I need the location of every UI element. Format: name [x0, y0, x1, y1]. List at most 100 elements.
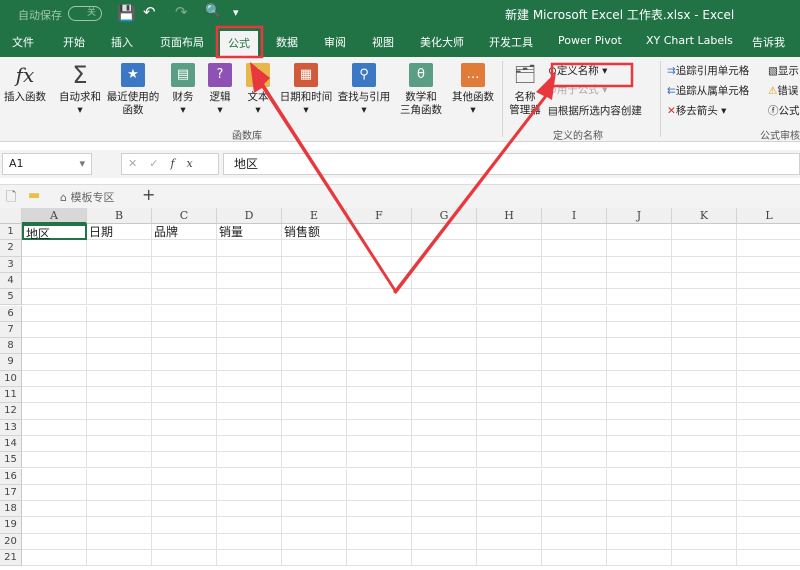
- cell-G13[interactable]: [412, 419, 477, 436]
- cell-F1[interactable]: [347, 224, 412, 241]
- cell-J11[interactable]: [607, 387, 672, 404]
- cell-K5[interactable]: [672, 289, 737, 306]
- cell-A2[interactable]: [22, 240, 87, 257]
- recent-functions-button[interactable]: ★ 最近使用的 函数: [104, 63, 162, 117]
- cell-D2[interactable]: [217, 240, 282, 257]
- cell-I21[interactable]: [542, 550, 607, 567]
- cell-J5[interactable]: [607, 289, 672, 306]
- cell-D5[interactable]: [217, 289, 282, 306]
- cell-B6[interactable]: [87, 305, 152, 322]
- cell-F14[interactable]: [347, 435, 412, 453]
- cell-C7[interactable]: [152, 321, 217, 339]
- cell-B16[interactable]: [87, 468, 152, 485]
- cell-B10[interactable]: [87, 370, 152, 387]
- cell-H12[interactable]: [477, 403, 542, 420]
- cell-K15[interactable]: [672, 452, 737, 469]
- cell-B11[interactable]: [87, 387, 152, 404]
- cell-G4[interactable]: [412, 272, 477, 290]
- cell-C9[interactable]: [152, 354, 217, 371]
- cell-L5[interactable]: [737, 289, 800, 306]
- cell-E21[interactable]: [282, 550, 347, 567]
- row-header-21[interactable]: 21: [0, 550, 22, 567]
- cell-K18[interactable]: [672, 501, 737, 518]
- cell-E18[interactable]: [282, 501, 347, 518]
- cell-A3[interactable]: [22, 256, 87, 273]
- cell-A9[interactable]: [22, 354, 87, 371]
- cell-K4[interactable]: [672, 272, 737, 290]
- cell-I10[interactable]: [542, 370, 607, 387]
- cell-F16[interactable]: [347, 468, 412, 485]
- cell-G7[interactable]: [412, 321, 477, 339]
- cell-A20[interactable]: [22, 533, 87, 550]
- cell-D3[interactable]: [217, 256, 282, 273]
- row-header-20[interactable]: 20: [0, 533, 22, 550]
- cell-E16[interactable]: [282, 468, 347, 485]
- cell-A18[interactable]: [22, 501, 87, 518]
- cell-L7[interactable]: [737, 322, 800, 339]
- redo-icon[interactable]: ↷: [175, 3, 188, 21]
- cell-L9[interactable]: [737, 354, 800, 371]
- cell-B9[interactable]: [87, 354, 152, 371]
- cell-I1[interactable]: [542, 224, 607, 241]
- cell-C5[interactable]: [152, 289, 217, 306]
- column-header-E[interactable]: E: [282, 208, 347, 224]
- cell-C11[interactable]: [152, 387, 217, 404]
- cell-C16[interactable]: [152, 468, 217, 485]
- logical-button[interactable]: ? 逻辑 ▾: [203, 63, 237, 117]
- insert-function-button[interactable]: fx 插入函数: [2, 63, 48, 104]
- cell-E12[interactable]: [282, 403, 347, 420]
- date-time-button[interactable]: ▦ 日期和时间 ▾: [278, 63, 334, 117]
- cell-D1[interactable]: 销量: [217, 224, 282, 241]
- cell-B19[interactable]: [87, 517, 152, 534]
- cell-I3[interactable]: [542, 256, 607, 273]
- cell-F5[interactable]: [347, 289, 412, 306]
- row-header-17[interactable]: 17: [0, 484, 22, 502]
- cell-E8[interactable]: [282, 338, 347, 355]
- cell-H4[interactable]: [477, 272, 542, 290]
- cell-L20[interactable]: [737, 534, 800, 550]
- customize-qat-icon[interactable]: ▾: [233, 6, 239, 19]
- cell-B20[interactable]: [87, 533, 152, 550]
- cell-F11[interactable]: [347, 387, 412, 404]
- cell-I13[interactable]: [542, 419, 607, 436]
- cell-H10[interactable]: [477, 370, 542, 387]
- tab-home[interactable]: 开始: [63, 34, 85, 50]
- cell-K10[interactable]: [672, 370, 737, 387]
- cell-D18[interactable]: [217, 501, 282, 518]
- cell-A15[interactable]: [22, 452, 87, 469]
- cell-F9[interactable]: [347, 354, 412, 371]
- cell-L15[interactable]: [737, 452, 800, 469]
- cell-L8[interactable]: [737, 338, 800, 355]
- row-header-18[interactable]: 18: [0, 501, 22, 518]
- cell-A6[interactable]: [22, 305, 87, 322]
- cell-H2[interactable]: [477, 240, 542, 257]
- cell-J3[interactable]: [607, 256, 672, 273]
- cell-F15[interactable]: [347, 452, 412, 469]
- cell-D19[interactable]: [217, 517, 282, 534]
- cell-A1[interactable]: 地区: [22, 224, 87, 241]
- financial-button[interactable]: ▤ 财务 ▾: [166, 63, 200, 117]
- cell-L17[interactable]: [737, 485, 800, 502]
- cell-B18[interactable]: [87, 501, 152, 518]
- cell-G14[interactable]: [412, 435, 477, 453]
- cell-J2[interactable]: [607, 240, 672, 257]
- cell-J21[interactable]: [607, 550, 672, 567]
- cell-C10[interactable]: [152, 370, 217, 387]
- column-header-I[interactable]: I: [542, 208, 607, 224]
- cell-E17[interactable]: [282, 484, 347, 502]
- cell-F10[interactable]: [347, 370, 412, 387]
- row-header-13[interactable]: 13: [0, 419, 22, 436]
- cell-J4[interactable]: [607, 272, 672, 290]
- cell-C13[interactable]: [152, 419, 217, 436]
- column-header-F[interactable]: F: [347, 208, 412, 224]
- cell-C21[interactable]: [152, 550, 217, 567]
- cell-B17[interactable]: [87, 484, 152, 502]
- cell-L16[interactable]: [737, 469, 800, 485]
- cell-D21[interactable]: [217, 550, 282, 567]
- cell-D9[interactable]: [217, 354, 282, 371]
- cell-F2[interactable]: [347, 240, 412, 257]
- cell-F3[interactable]: [347, 256, 412, 273]
- cell-I2[interactable]: [542, 240, 607, 257]
- cell-C17[interactable]: [152, 484, 217, 502]
- cell-C12[interactable]: [152, 403, 217, 420]
